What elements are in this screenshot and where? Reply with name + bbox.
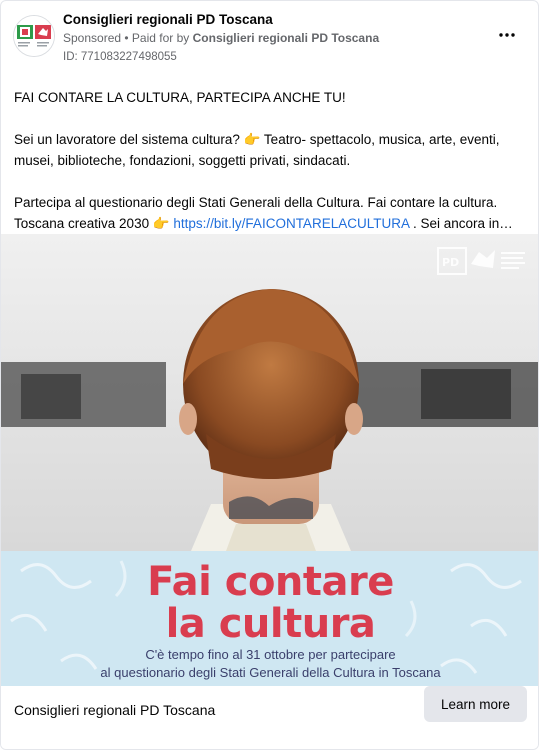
ad-image[interactable]: PD Fai contare la cultura C'è tempo fino… [1, 234, 538, 686]
post-line: Toscana creativa 2030 👉 https://bit.ly/F… [14, 213, 529, 234]
banner-subtitle-line: C'è tempo fino al 31 ottobre per parteci… [145, 647, 396, 662]
post-line: Sei un lavoratore del sistema cultura? 👉… [14, 132, 500, 147]
banner-title-line: Fai contare [147, 559, 394, 605]
learn-more-button[interactable]: Learn more [424, 686, 527, 722]
post-line-prefix: Toscana creativa 2030 👉 [14, 216, 174, 231]
page-avatar[interactable] [13, 15, 55, 57]
ad-banner: Fai contare la cultura C'è tempo fino al… [1, 551, 538, 686]
banner-subtitle-line: al questionario degli Stati Generali del… [100, 665, 441, 680]
ad-id: ID: 771083227498055 [63, 51, 177, 63]
ellipsis-icon [499, 33, 515, 37]
ad-footer: Consiglieri regionali PD Toscana Learn m… [1, 686, 538, 749]
sponsored-label: Sponsored [63, 31, 122, 45]
post-line: Partecipa al questionario degli Stati Ge… [14, 195, 498, 210]
svg-text:PD: PD [442, 256, 459, 269]
ad-card: Consiglieri regionali PD Toscana Sponsor… [0, 0, 539, 750]
ad-header: Consiglieri regionali PD Toscana Sponsor… [1, 1, 538, 73]
post-line: musei, biblioteche, fondazioni, soggetti… [14, 153, 351, 168]
pd-toscana-logo-icon [14, 16, 54, 56]
post-link[interactable]: https://bit.ly/FAICONTARELACULTURA [173, 216, 409, 231]
footer-page-name[interactable]: Consiglieri regionali PD Toscana [14, 702, 215, 718]
photo-woman-back-icon: PD [1, 234, 538, 551]
more-options-button[interactable] [495, 23, 519, 47]
paid-for-prefix: • Paid for by [121, 31, 193, 45]
post-line-suffix: . Sei ancora in… [409, 216, 513, 231]
paid-for-name: Consiglieri regionali PD Toscana [192, 31, 380, 45]
post-line: FAI CONTARE LA CULTURA, PARTECIPA ANCHE … [14, 90, 346, 105]
banner-title-line: la cultura [165, 601, 376, 647]
post-text: FAI CONTARE LA CULTURA, PARTECIPA ANCHE … [14, 87, 529, 234]
sponsored-line: Sponsored • Paid for by Consiglieri regi… [63, 31, 379, 45]
page-name-link[interactable]: Consiglieri regionali PD Toscana [63, 12, 273, 27]
